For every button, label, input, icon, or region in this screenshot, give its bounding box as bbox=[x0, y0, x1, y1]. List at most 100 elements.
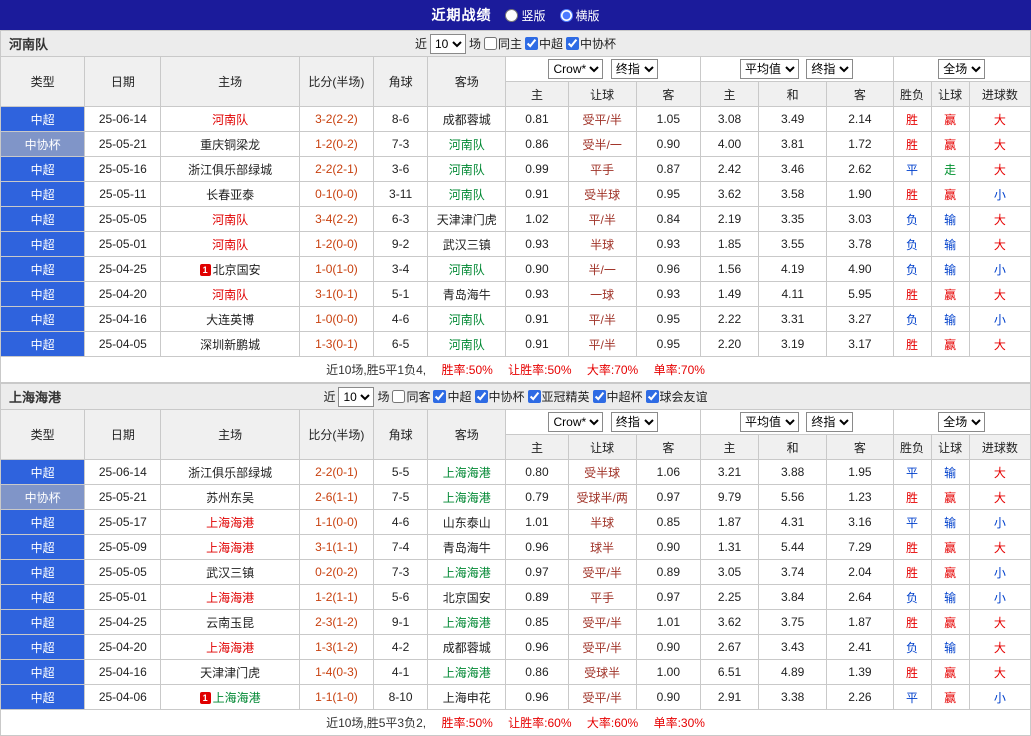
asia-handicap: 半/一 bbox=[567, 256, 637, 282]
asia-away-odds: 1.06 bbox=[635, 459, 701, 485]
away-team-name: 上海海港 bbox=[442, 465, 491, 480]
company-period-select[interactable]: 终指 bbox=[610, 412, 658, 432]
result-handicap: 赢 bbox=[930, 609, 970, 635]
average-period-select[interactable]: 终指 bbox=[806, 59, 854, 79]
asia-home-odds: 0.91 bbox=[505, 306, 569, 332]
result-goals: 大 bbox=[968, 206, 1031, 232]
home-team-name: 苏州东吴 bbox=[206, 490, 255, 505]
layout-radio-vertical[interactable]: 竖版 bbox=[505, 7, 546, 24]
match-count-select[interactable]: 10 bbox=[338, 386, 375, 407]
result-wdl: 负 bbox=[892, 256, 932, 282]
filter-same-home[interactable]: 同主 bbox=[483, 35, 522, 52]
match-date: 25-04-20 bbox=[84, 634, 162, 660]
euro-home-odds: 2.25 bbox=[699, 584, 760, 610]
acl-elite-checkbox[interactable] bbox=[527, 390, 541, 403]
score: 0-2(0-2) bbox=[298, 559, 375, 585]
col-euro-draw: 和 bbox=[758, 81, 828, 107]
euro-away-odds: 1.90 bbox=[826, 181, 894, 207]
filter-super-cup[interactable]: 中超杯 bbox=[592, 388, 643, 405]
away-team-name: 河南队 bbox=[448, 137, 485, 152]
away-team-name: 河南队 bbox=[448, 187, 485, 202]
col-date: 日期 bbox=[84, 409, 162, 460]
home-team-cell: 上海海港 bbox=[160, 584, 300, 610]
asia-away-odds: 1.00 bbox=[635, 659, 701, 685]
asia-home-odds: 0.91 bbox=[505, 331, 569, 357]
col-asia-handicap: 让球 bbox=[567, 434, 637, 460]
corners: 7-4 bbox=[373, 534, 429, 560]
col-asia-away: 客 bbox=[635, 434, 701, 460]
home-team-cell: 武汉三镇 bbox=[160, 559, 300, 585]
col-score: 比分(半场) bbox=[298, 56, 375, 107]
same-home-checkbox[interactable] bbox=[483, 37, 497, 50]
away-team-cell: 河南队 bbox=[427, 156, 507, 182]
home-team-name: 河南队 bbox=[212, 287, 249, 302]
average-select[interactable]: 平均值 bbox=[740, 412, 800, 432]
euro-home-odds: 1.56 bbox=[699, 256, 760, 282]
asia-handicap: 半球 bbox=[567, 509, 637, 535]
layout-radio-horizontal[interactable]: 横版 bbox=[559, 7, 600, 24]
company-select[interactable]: Crow* bbox=[548, 59, 604, 79]
result-wdl: 胜 bbox=[892, 281, 932, 307]
league-type: 中超 bbox=[0, 634, 86, 660]
filter-acl-elite[interactable]: 亚冠精英 bbox=[527, 388, 590, 405]
same-away-checkbox[interactable] bbox=[392, 390, 406, 403]
filter-same-away[interactable]: 同客 bbox=[392, 388, 430, 405]
page-title: 近期战绩 bbox=[431, 7, 492, 23]
asia-home-odds: 0.99 bbox=[505, 156, 569, 182]
average-select[interactable]: 平均值 bbox=[740, 59, 800, 79]
result-wdl: 胜 bbox=[892, 659, 932, 685]
col-result-wdl: 胜负 bbox=[892, 434, 932, 460]
match-count-select[interactable]: 10 bbox=[429, 33, 466, 54]
match-row: 中超 25-04-16 大连英博 1-0(0-0) 4-6 河南队 0.91 平/半 0.95 2… bbox=[0, 306, 1031, 332]
match-row: 中超 25-06-14 河南队 3-2(2-2) 8-6 成都蓉城 0.81 受平/半 1.05… bbox=[0, 106, 1031, 132]
home-team-cell: 天津津门虎 bbox=[160, 659, 300, 685]
csl-checkbox[interactable] bbox=[525, 37, 538, 50]
fulltime-select[interactable]: 全场 bbox=[938, 412, 986, 432]
company-select[interactable]: Crow* bbox=[548, 412, 604, 432]
fa-cup-checkbox[interactable] bbox=[474, 390, 488, 403]
corners: 8-10 bbox=[373, 684, 429, 710]
vertical-radio-label: 竖版 bbox=[521, 8, 546, 23]
filter-club-friendly[interactable]: 球会友谊 bbox=[645, 388, 708, 405]
home-team-cell: 上海海港 bbox=[160, 634, 300, 660]
corners: 4-2 bbox=[373, 634, 429, 660]
company-period-select[interactable]: 终指 bbox=[610, 59, 658, 79]
euro-draw-odds: 3.74 bbox=[758, 559, 828, 585]
fa-cup-checkbox[interactable] bbox=[566, 37, 580, 50]
score: 1-2(1-1) bbox=[298, 584, 375, 610]
match-row: 中超 25-05-11 长春亚泰 0-1(0-0) 3-11 河南队 0.91 受半球 0.95… bbox=[0, 181, 1031, 207]
home-team-cell: 上海海港 bbox=[160, 534, 300, 560]
summary-row: 近10场,胜5平3负2, 胜率:50% 让胜率:60% 大率:60% 单率:30… bbox=[0, 709, 1031, 736]
away-team-name: 上海海港 bbox=[442, 665, 491, 680]
horizontal-radio[interactable] bbox=[559, 8, 573, 22]
match-date: 25-06-14 bbox=[84, 459, 162, 485]
asia-away-odds: 0.95 bbox=[635, 306, 701, 332]
summary-row: 近10场,胜5平1负4, 胜率:50% 让胜率:50% 大率:70% 单率:70… bbox=[0, 356, 1031, 383]
average-period-select[interactable]: 终指 bbox=[806, 412, 854, 432]
fulltime-select[interactable]: 全场 bbox=[938, 59, 986, 79]
euro-draw-odds: 4.11 bbox=[758, 281, 828, 307]
asia-away-odds: 0.90 bbox=[635, 131, 701, 157]
filter-fa-cup[interactable]: 中协杯 bbox=[566, 35, 616, 52]
super-cup-checkbox[interactable] bbox=[592, 390, 606, 403]
corners: 6-5 bbox=[373, 331, 429, 357]
away-team-cell: 河南队 bbox=[427, 306, 507, 332]
euro-away-odds: 2.14 bbox=[826, 106, 894, 132]
home-team-name: 上海海港 bbox=[212, 690, 261, 705]
euro-draw-odds: 3.49 bbox=[758, 106, 828, 132]
home-team-cell: 河南队 bbox=[160, 106, 300, 132]
asia-handicap: 受平/半 bbox=[567, 106, 637, 132]
league-type: 中超 bbox=[0, 206, 86, 232]
result-handicap: 赢 bbox=[930, 131, 970, 157]
asia-handicap: 受平/半 bbox=[567, 634, 637, 660]
euro-draw-odds: 3.88 bbox=[758, 459, 828, 485]
result-goals: 大 bbox=[968, 156, 1031, 182]
league-type: 中协杯 bbox=[0, 484, 86, 510]
filter-csl[interactable]: 中超 bbox=[433, 388, 472, 405]
vertical-radio[interactable] bbox=[505, 8, 519, 22]
csl-checkbox[interactable] bbox=[433, 390, 447, 403]
filter-fa-cup[interactable]: 中协杯 bbox=[474, 388, 525, 405]
club-friendly-checkbox[interactable] bbox=[645, 390, 659, 403]
match-date: 25-04-25 bbox=[84, 256, 162, 282]
filter-csl[interactable]: 中超 bbox=[525, 35, 563, 52]
